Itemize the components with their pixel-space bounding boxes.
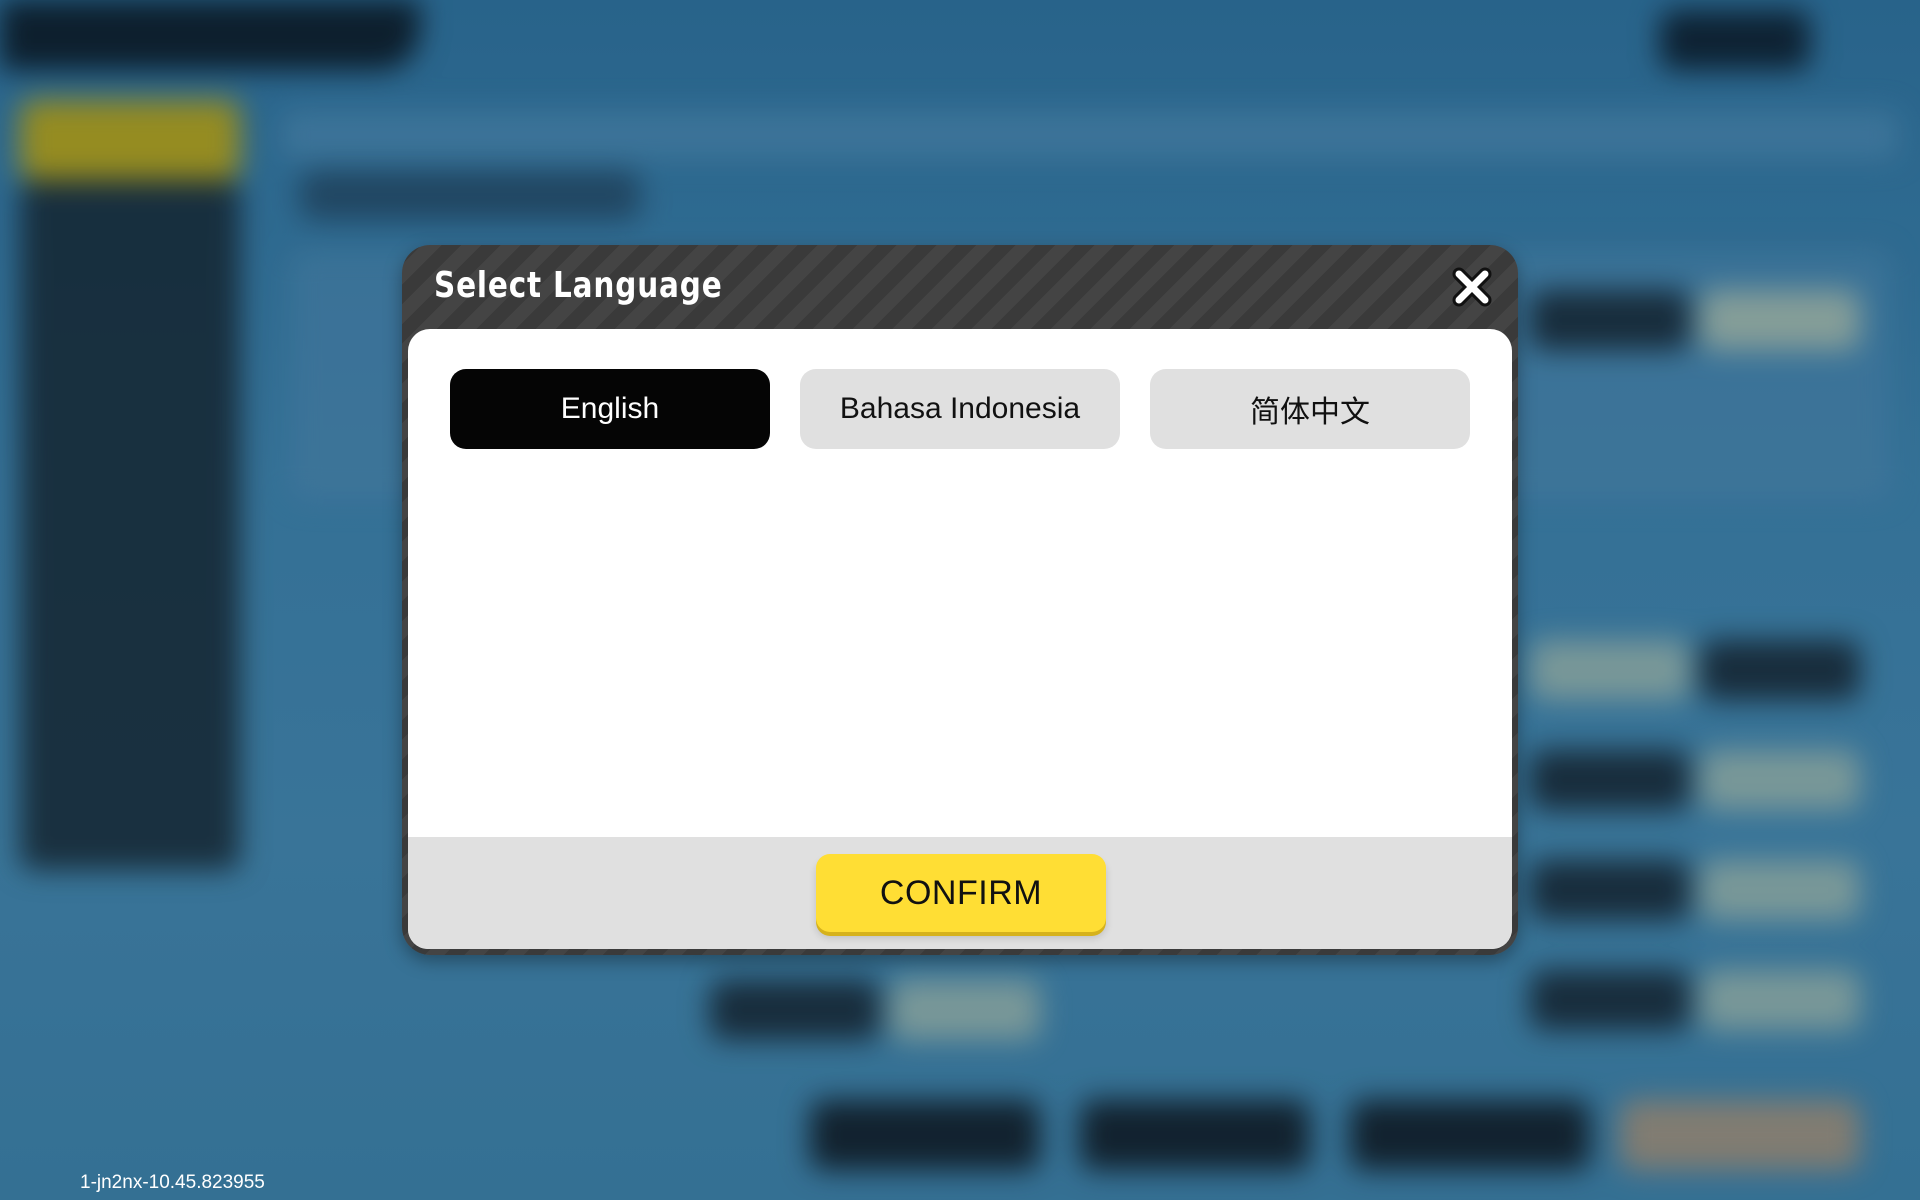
language-option-bahasa-indonesia[interactable]: Bahasa Indonesia [800,369,1120,449]
close-button[interactable] [1450,265,1494,309]
confirm-button[interactable]: CONFIRM [816,854,1106,932]
dialog-title: Select Language [434,265,723,306]
confirm-label: CONFIRM [879,873,1043,912]
dialog-body: English Bahasa Indonesia 简体中文 CONFIRM [408,329,1512,949]
select-language-dialog: Select Language English Bahasa Indonesia… [402,245,1518,955]
language-options: English Bahasa Indonesia 简体中文 [450,369,1470,449]
language-option-english[interactable]: English [450,369,770,449]
build-id: 1-jn2nx-10.45.823955 [80,1172,265,1193]
close-icon [1452,267,1492,307]
language-label: 简体中文 [1250,396,1370,429]
dialog-footer: CONFIRM [408,837,1512,949]
game-screen: 1-jn2nx-10.45.823955 Select Language Eng… [0,0,1920,1200]
language-option-simplified-chinese[interactable]: 简体中文 [1150,369,1470,449]
language-label: English [560,392,660,425]
language-label: Bahasa Indonesia [839,392,1081,425]
